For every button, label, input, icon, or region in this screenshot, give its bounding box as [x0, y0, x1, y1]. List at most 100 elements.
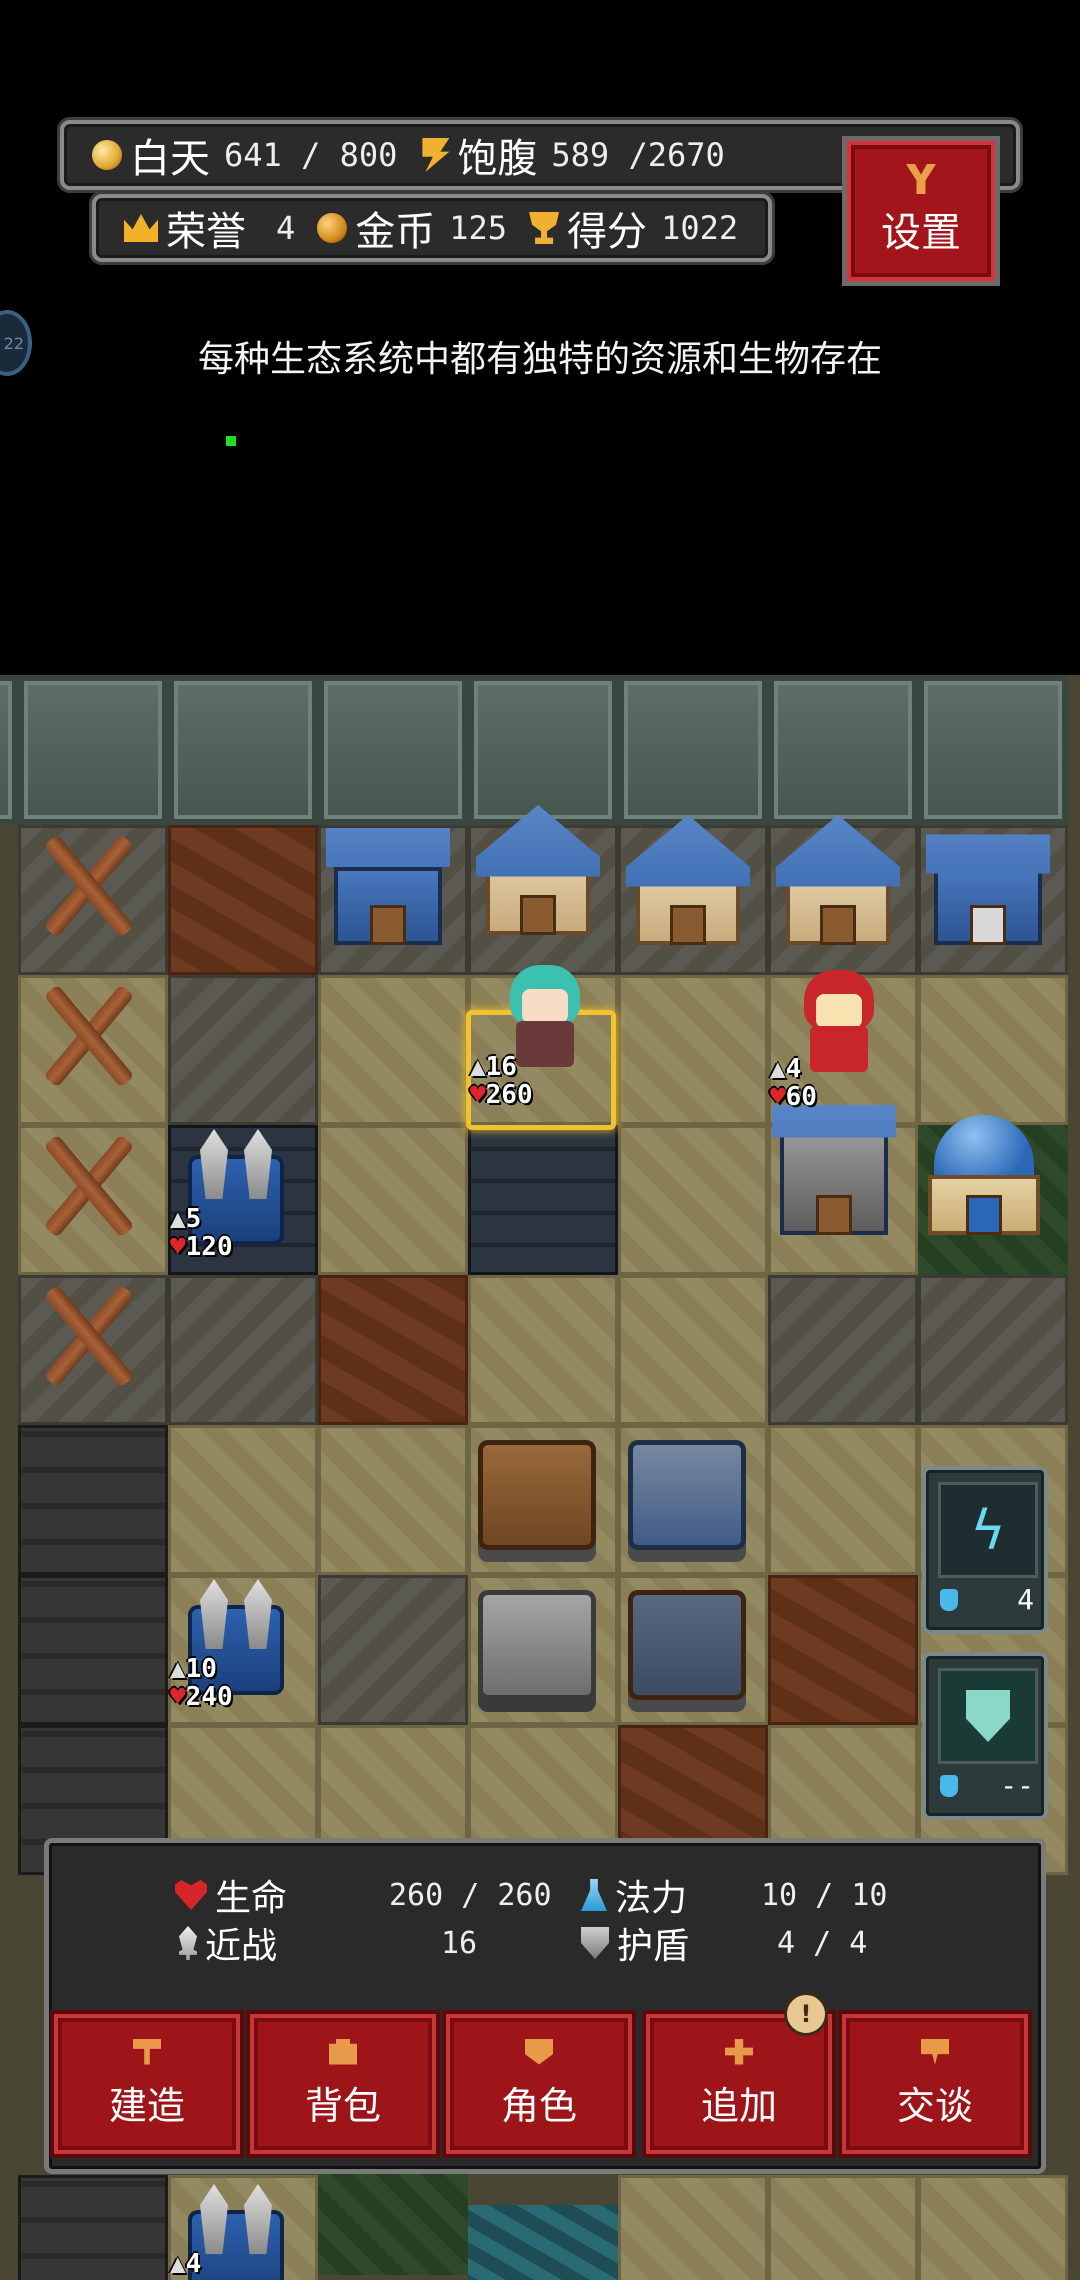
shop-building[interactable]	[926, 815, 1050, 945]
mana-potion-icon	[940, 1774, 958, 1797]
heart-icon	[175, 1880, 207, 1910]
settings-label: 设置	[881, 210, 961, 256]
floor-tile[interactable]	[768, 1275, 918, 1425]
dirt-tile[interactable]	[168, 825, 318, 975]
tank-machine[interactable]	[628, 1440, 746, 1550]
drill-machine[interactable]	[478, 1590, 596, 1700]
floor-tile[interactable]	[768, 2175, 918, 2280]
tower-house-building[interactable]	[772, 1105, 896, 1235]
melee-value: 16	[441, 1925, 478, 1961]
spell-card-shield[interactable]: --	[922, 1652, 1048, 1820]
bag-label: 背包	[304, 2083, 381, 2128]
shield-icon	[581, 1927, 609, 1959]
floor-tile[interactable]	[768, 1425, 918, 1575]
furnace-machine[interactable]	[628, 1590, 746, 1700]
floor-tile[interactable]	[918, 975, 1068, 1125]
satiety-icon	[422, 138, 450, 172]
rail-tile[interactable]	[18, 2175, 168, 2280]
build-label: 建造	[108, 2083, 185, 2128]
dirt-tile[interactable]	[768, 1575, 918, 1725]
rail-tile[interactable]	[18, 1575, 168, 1725]
ballista-a-hp: 120	[185, 1232, 233, 1262]
floor-tile[interactable]	[318, 975, 468, 1125]
redhood-hp: 60	[785, 1082, 817, 1112]
ballista-b-stats: ▲10 ♥240	[170, 1654, 233, 1712]
wall-tile	[318, 675, 468, 825]
ballista-c-attack: 4	[185, 2249, 202, 2279]
floor-tile[interactable]	[618, 975, 768, 1125]
church-building[interactable]	[476, 805, 600, 935]
floor-tile[interactable]	[918, 1275, 1068, 1425]
day-current: 641	[224, 136, 282, 174]
floor-tile[interactable]	[618, 1275, 768, 1425]
person-icon	[525, 2038, 553, 2065]
satiety-counter: 饱腹 589 / 2670	[419, 126, 725, 184]
score-label: 得分	[567, 209, 648, 255]
wall-tile	[768, 675, 918, 825]
settings-button[interactable]: 设置	[842, 136, 1000, 286]
hp-label: 生命	[215, 1878, 288, 1919]
water-tile[interactable]	[468, 2205, 618, 2280]
house-building[interactable]	[326, 815, 450, 945]
chest-machine[interactable]	[478, 1440, 596, 1550]
mana-current: 10	[761, 1877, 798, 1913]
add-button[interactable]: 追加 !	[642, 1992, 836, 2158]
character-button[interactable]: 角色	[442, 2010, 636, 2158]
barricade[interactable]	[32, 830, 142, 940]
barricade[interactable]	[32, 1130, 142, 1240]
floor-tile[interactable]	[618, 2175, 768, 2280]
hp-max: 260	[497, 1877, 552, 1913]
build-button[interactable]: 建造	[50, 2010, 244, 2158]
wrench-icon	[906, 164, 936, 194]
mana-stat: 法力 10 / 10	[581, 1869, 887, 1921]
ballista-a-attack: 5	[185, 1204, 202, 1234]
day-max: 800	[339, 136, 398, 174]
dirt-tile[interactable]	[318, 1275, 468, 1425]
stone-tile[interactable]	[468, 1125, 618, 1275]
mana-label: 法力	[615, 1878, 688, 1919]
ballista-a-stats: ▲5 ♥120	[170, 1204, 233, 1262]
plus-icon	[725, 2038, 753, 2065]
cottage-building[interactable]	[626, 815, 750, 945]
gold-value: 125	[449, 209, 508, 247]
tip-text: 每种生态系统中都有独特的资源和生物存在	[197, 339, 882, 380]
ballista-c-stats: ▲4	[170, 2249, 202, 2279]
hero-stats: ▲16 ♥260	[470, 1052, 533, 1110]
trophy-icon	[529, 212, 560, 244]
bag-button[interactable]: 背包	[246, 2010, 440, 2158]
ballista-unit[interactable]	[188, 2210, 284, 2280]
melee-stat: 近战 16	[179, 1917, 477, 1969]
hp-stat: 生命 260 / 260	[175, 1869, 552, 1921]
floor-tile[interactable]	[168, 975, 318, 1125]
dome-building[interactable]	[922, 1105, 1046, 1235]
hero-attack: 16	[485, 1052, 517, 1082]
score-value: 1022	[661, 209, 739, 247]
rail-tile[interactable]	[18, 1425, 168, 1575]
sword-icon	[179, 1926, 197, 1960]
floor-tile[interactable]	[318, 1575, 468, 1725]
floor-tile[interactable]	[618, 1125, 768, 1275]
talk-button[interactable]: 交谈	[838, 2010, 1032, 2158]
wall-tile	[168, 675, 318, 825]
shield-stat: 护盾 4 / 4	[581, 1917, 867, 1969]
floor-tile[interactable]	[468, 1275, 618, 1425]
gold-coin-icon	[317, 213, 348, 243]
redhood-stats: ▲4 ♥60	[770, 1054, 817, 1112]
barricade[interactable]	[32, 980, 142, 1090]
floor-tile[interactable]	[168, 1425, 318, 1575]
floor-tile[interactable]	[918, 2175, 1068, 2280]
satiety-max: 2670	[647, 136, 725, 174]
manor-building[interactable]	[776, 815, 900, 945]
floor-tile[interactable]	[318, 1425, 468, 1575]
satiety-label: 饱腹	[457, 136, 538, 182]
wall-tile	[918, 675, 1068, 825]
character-label: 角色	[500, 2083, 577, 2128]
wall-tile	[468, 675, 618, 825]
shield-max: 4	[849, 1925, 868, 1961]
floor-tile[interactable]	[168, 1275, 318, 1425]
ballista-b-attack: 10	[185, 1654, 217, 1684]
mana-max: 10	[851, 1877, 888, 1913]
barricade[interactable]	[32, 1280, 142, 1390]
spell-card-lightning[interactable]: ϟ 4	[922, 1466, 1048, 1634]
floor-tile[interactable]	[318, 1125, 468, 1275]
